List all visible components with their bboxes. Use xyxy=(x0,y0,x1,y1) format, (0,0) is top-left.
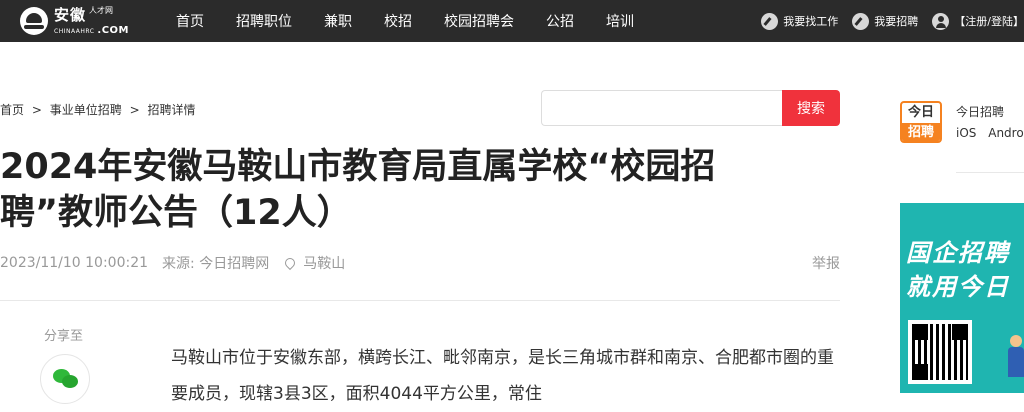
banner-line-1: 国企招聘 xyxy=(906,239,1010,267)
app-platforms: iOS Android xyxy=(956,126,1024,140)
logo-main-text: 安徽 xyxy=(54,5,87,24)
nav-item-public-recruit[interactable]: 公招 xyxy=(546,11,574,31)
recruit-label: 我要招聘 xyxy=(874,15,919,28)
logo-icon xyxy=(20,7,48,35)
edit-icon xyxy=(852,12,870,30)
logo-small-text: 人才网 xyxy=(89,5,114,15)
promo-banner[interactable]: 国企招聘 就用今日 xyxy=(900,203,1024,393)
logo-sub-line: CHINAAHRC .COM xyxy=(54,24,129,36)
location-pin-icon xyxy=(283,255,298,271)
search-bar: 搜索 xyxy=(541,90,840,126)
breadcrumb-separator: > xyxy=(129,103,140,117)
wechat-icon xyxy=(53,369,79,389)
nav-item-jobs[interactable]: 招聘职位 xyxy=(236,11,292,31)
person-illustration xyxy=(1006,335,1024,391)
main-nav: 首页 招聘职位 兼职 校招 校园招聘会 公招 培训 xyxy=(176,0,666,42)
publish-date: 2023/11/10 10:00:21 xyxy=(0,255,149,271)
android-download-link[interactable]: Android xyxy=(988,126,1024,140)
page-title: 2024年安徽马鞍山市教育局直属学校“校园招聘”教师公告（12人） xyxy=(0,147,716,233)
nav-item-parttime[interactable]: 兼职 xyxy=(324,11,352,31)
user-actions: 我要找工作 我要招聘 【注册/登陆】 xyxy=(747,0,1024,42)
breadcrumb-separator: > xyxy=(31,103,42,117)
edit-icon xyxy=(761,12,779,30)
breadcrumb-current: 招聘详情 xyxy=(147,103,196,117)
search-button[interactable]: 搜索 xyxy=(782,90,840,126)
logo-sub-text: CHINAAHRC xyxy=(54,27,95,35)
qr-code xyxy=(908,320,972,384)
report-link[interactable]: 举报 xyxy=(812,253,840,273)
article-body: 马鞍山市位于安徽东部，横跨长江、毗邻南京，是长三角城市群和南京、合肥都市圈的重要… xyxy=(171,348,834,404)
app-logo-bottom: 招聘 xyxy=(902,123,940,141)
find-job-link[interactable]: 我要找工作 xyxy=(761,12,839,30)
app-logo[interactable]: 今日 招聘 xyxy=(900,101,942,143)
divider xyxy=(0,300,840,301)
ios-download-link[interactable]: iOS xyxy=(956,126,976,140)
app-logo-top: 今日 xyxy=(907,105,934,120)
article-source: 来源: 今日招聘网 xyxy=(162,256,270,272)
nav-item-home[interactable]: 首页 xyxy=(176,11,204,31)
wechat-share-button[interactable] xyxy=(40,354,90,404)
top-navbar: 安徽 人才网 CHINAAHRC .COM 首页 招聘职位 兼职 校招 校园招聘会 … xyxy=(0,0,1024,42)
banner-line-2: 就用今日 xyxy=(906,273,1010,301)
search-input[interactable] xyxy=(541,90,782,126)
app-name: 今日招聘 xyxy=(956,105,1005,119)
breadcrumb-category[interactable]: 事业单位招聘 xyxy=(50,103,122,117)
find-job-label: 我要找工作 xyxy=(783,15,839,28)
nav-item-campus-fair[interactable]: 校园招聘会 xyxy=(444,11,514,31)
nav-item-campus[interactable]: 校招 xyxy=(384,11,412,31)
article-meta: 2023/11/10 10:00:21 来源: 今日招聘网 马鞍山 举报 xyxy=(0,253,840,273)
site-logo[interactable]: 安徽 人才网 CHINAAHRC .COM xyxy=(20,6,129,36)
breadcrumb-home[interactable]: 首页 xyxy=(0,103,24,117)
nav-item-training[interactable]: 培训 xyxy=(606,11,634,31)
user-icon xyxy=(932,12,950,30)
logo-com-text: .COM xyxy=(97,24,129,36)
logo-text: 安徽 人才网 CHINAAHRC .COM xyxy=(54,5,129,36)
share-label: 分享至 xyxy=(44,329,84,344)
recruit-link[interactable]: 我要招聘 xyxy=(852,12,919,30)
article-location: 马鞍山 xyxy=(303,256,346,272)
breadcrumb: 首页 > 事业单位招聘 > 招聘详情 xyxy=(0,101,195,118)
login-link[interactable]: 【注册/登陆】 xyxy=(932,12,1024,30)
sidebar-divider xyxy=(956,172,1024,173)
login-label: 【注册/登陆】 xyxy=(954,15,1024,28)
